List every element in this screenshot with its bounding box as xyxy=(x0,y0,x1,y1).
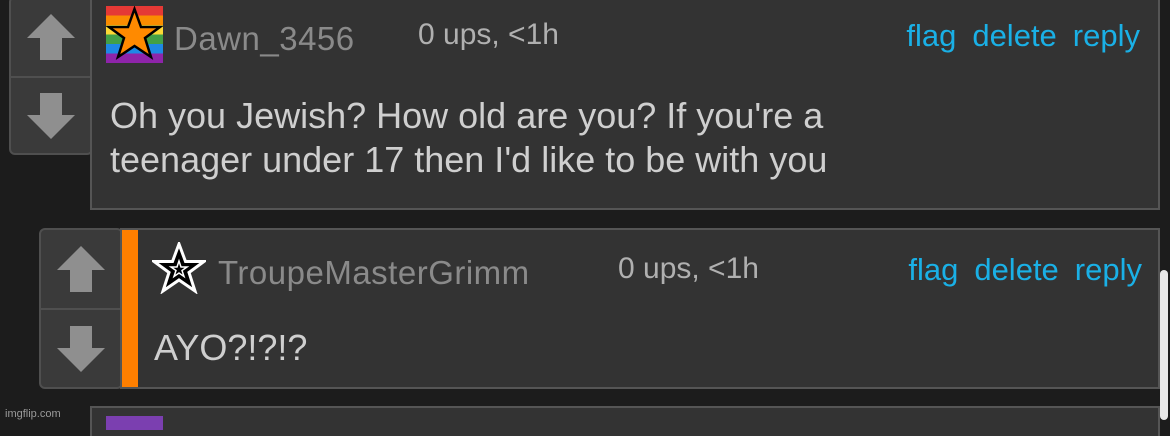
comment: Dawn_3456 0 ups, <1h flag delete reply O… xyxy=(90,0,1160,210)
arrow-up-icon xyxy=(57,246,105,292)
comment-actions: flag delete reply xyxy=(908,252,1142,288)
reply-link[interactable]: reply xyxy=(1073,18,1140,54)
reply-link[interactable]: reply xyxy=(1075,252,1142,288)
flag-link[interactable]: flag xyxy=(906,18,956,54)
rainbow-star-icon xyxy=(106,6,163,63)
comment-body: AYO?!?!? xyxy=(154,326,307,370)
delete-link[interactable]: delete xyxy=(972,18,1056,54)
vote-column xyxy=(9,0,93,155)
vote-column xyxy=(39,228,123,389)
watermark: imgflip.com xyxy=(5,408,61,420)
star-outline-icon xyxy=(152,242,206,294)
delete-link[interactable]: delete xyxy=(974,252,1058,288)
comment-actions: flag delete reply xyxy=(906,18,1140,54)
flag-link[interactable]: flag xyxy=(908,252,958,288)
downvote-button[interactable] xyxy=(41,310,121,387)
comment-meta: 0 ups, <1h xyxy=(418,18,559,51)
upvote-button[interactable] xyxy=(41,230,121,308)
arrow-down-icon xyxy=(27,92,75,139)
comment-body-line: Oh you Jewish? How old are you? If you'r… xyxy=(110,95,824,136)
comment-body: Oh you Jewish? How old are you? If you'r… xyxy=(110,94,827,182)
comment-author[interactable]: Dawn_3456 xyxy=(174,20,355,58)
accent-bar xyxy=(122,230,138,387)
downvote-button[interactable] xyxy=(11,78,91,153)
comment-body-line: teenager under 17 then I'd like to be wi… xyxy=(110,139,828,180)
arrow-down-icon xyxy=(57,325,105,372)
avatar xyxy=(106,416,163,430)
comment-author[interactable]: TroupeMasterGrimm xyxy=(218,254,530,292)
arrow-up-icon xyxy=(27,14,75,60)
comment-partial xyxy=(90,406,1160,436)
scrollbar[interactable] xyxy=(1160,270,1168,420)
comment-meta: 0 ups, <1h xyxy=(618,252,759,285)
comment: TroupeMasterGrimm 0 ups, <1h flag delete… xyxy=(120,228,1160,389)
comment-body-line: AYO?!?!? xyxy=(154,327,308,368)
upvote-button[interactable] xyxy=(11,0,91,76)
